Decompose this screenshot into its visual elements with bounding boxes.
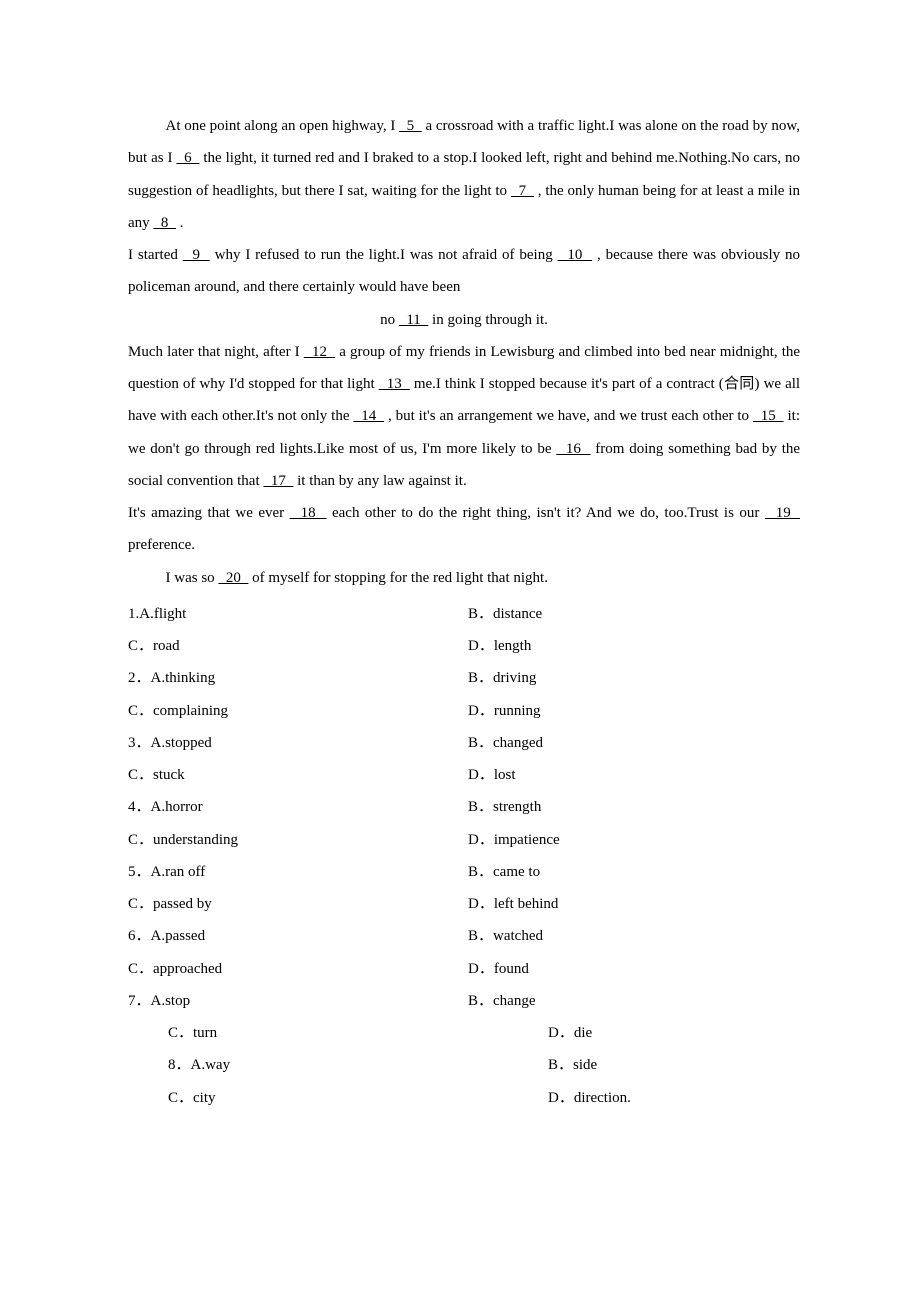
option-row: C．approachedD．found xyxy=(128,953,800,985)
text: why I refused to run the light.I was not… xyxy=(215,247,553,263)
text: I started xyxy=(128,247,178,263)
option-c: C．understanding xyxy=(128,824,468,856)
option-b: B．driving xyxy=(468,662,800,694)
option-row: 2．A.thinkingB．driving xyxy=(128,662,800,694)
option-row: 1.A.flightB．distance xyxy=(128,598,800,630)
option-c: C．road xyxy=(128,630,468,662)
text-cjk: (合同) xyxy=(719,376,760,392)
text: , but it's an arrangement we have, and w… xyxy=(388,408,749,424)
text: each other to do the right thing, isn't … xyxy=(332,505,759,521)
blank-16: 16 xyxy=(556,441,590,457)
blank-19: 19 xyxy=(765,505,800,521)
option-d: D．die xyxy=(508,1017,800,1049)
option-a: 4．A.horror xyxy=(128,791,468,823)
option-b: B．changed xyxy=(468,727,800,759)
blank-20: 20 xyxy=(218,570,248,586)
option-a: 2．A.thinking xyxy=(128,662,468,694)
option-d: D．impatience xyxy=(468,824,800,856)
option-c: C．complaining xyxy=(128,695,468,727)
paragraph-3: Much later that night, after I 12 a grou… xyxy=(128,336,800,497)
option-row: C．cityD．direction. xyxy=(128,1082,800,1114)
option-d: D．running xyxy=(468,695,800,727)
blank-9: 9 xyxy=(183,247,210,263)
option-b: B．strength xyxy=(468,791,800,823)
option-b: B．change xyxy=(468,985,800,1017)
option-a: 3．A.stopped xyxy=(128,727,468,759)
text: It's amazing that we ever xyxy=(128,505,284,521)
paragraph-1: At one point along an open highway, I 5 … xyxy=(128,110,800,239)
option-a: 5．A.ran off xyxy=(128,856,468,888)
option-row: C．understandingD．impatience xyxy=(128,824,800,856)
option-row: 7．A.stopB．change xyxy=(128,985,800,1017)
text: in going through it. xyxy=(432,312,548,328)
option-c: C．approached xyxy=(128,953,468,985)
blank-12: 12 xyxy=(304,344,335,360)
blank-11: 11 xyxy=(399,312,428,328)
blank-6: 6 xyxy=(176,150,199,166)
blank-15: 15 xyxy=(753,408,784,424)
option-c: C．stuck xyxy=(128,759,468,791)
blank-14: 14 xyxy=(353,408,384,424)
option-c: C．city xyxy=(128,1082,508,1114)
document-page: At one point along an open highway, I 5 … xyxy=(0,0,920,1302)
text: me.I think I stopped because it's part o… xyxy=(414,376,715,392)
text: it than by any law against it. xyxy=(297,473,467,489)
blank-18: 18 xyxy=(290,505,327,521)
option-b: B．watched xyxy=(468,920,800,952)
option-d: D．found xyxy=(468,953,800,985)
paragraph-4: It's amazing that we ever 18 each other … xyxy=(128,497,800,562)
option-a: 8．A.way xyxy=(128,1049,508,1081)
option-d: D．direction. xyxy=(508,1082,800,1114)
blank-7: 7 xyxy=(511,183,534,199)
option-row: C．roadD．length xyxy=(128,630,800,662)
option-c: C．turn xyxy=(128,1017,508,1049)
answer-options: 1.A.flightB．distanceC．roadD．length2．A.th… xyxy=(128,598,800,1114)
paragraph-2: I started 9 why I refused to run the lig… xyxy=(128,239,800,304)
option-b: B．distance xyxy=(468,598,800,630)
option-row: 6．A.passedB．watched xyxy=(128,920,800,952)
text: of myself for stopping for the red light… xyxy=(252,570,548,586)
option-row: C．complainingD．running xyxy=(128,695,800,727)
paragraph-2-continued: no 11 in going through it. xyxy=(128,304,800,336)
blank-17: 17 xyxy=(263,473,293,489)
option-row: 4．A.horrorB．strength xyxy=(128,791,800,823)
text: no xyxy=(380,312,395,328)
text: Much later that night, after I xyxy=(128,344,300,360)
text: . xyxy=(180,215,184,231)
option-row: 5．A.ran offB．came to xyxy=(128,856,800,888)
option-d: D．lost xyxy=(468,759,800,791)
option-b: B．came to xyxy=(468,856,800,888)
option-a: 1.A.flight xyxy=(128,598,468,630)
option-b: B．side xyxy=(508,1049,800,1081)
option-d: D．left behind xyxy=(468,888,800,920)
option-c: C．passed by xyxy=(128,888,468,920)
blank-5: 5 xyxy=(399,118,422,134)
text: I was so xyxy=(166,570,215,586)
option-d: D．length xyxy=(468,630,800,662)
option-row: C．turnD．die xyxy=(128,1017,800,1049)
text: At one point along an open highway, I xyxy=(166,118,396,134)
blank-8: 8 xyxy=(153,215,176,231)
option-a: 7．A.stop xyxy=(128,985,468,1017)
blank-13: 13 xyxy=(379,376,410,392)
blank-10: 10 xyxy=(558,247,593,263)
option-row: C．passed byD．left behind xyxy=(128,888,800,920)
paragraph-5: I was so 20 of myself for stopping for t… xyxy=(128,562,800,594)
text: preference. xyxy=(128,537,195,553)
option-row: 8．A.wayB．side xyxy=(128,1049,800,1081)
option-row: C．stuckD．lost xyxy=(128,759,800,791)
option-a: 6．A.passed xyxy=(128,920,468,952)
option-row: 3．A.stoppedB．changed xyxy=(128,727,800,759)
